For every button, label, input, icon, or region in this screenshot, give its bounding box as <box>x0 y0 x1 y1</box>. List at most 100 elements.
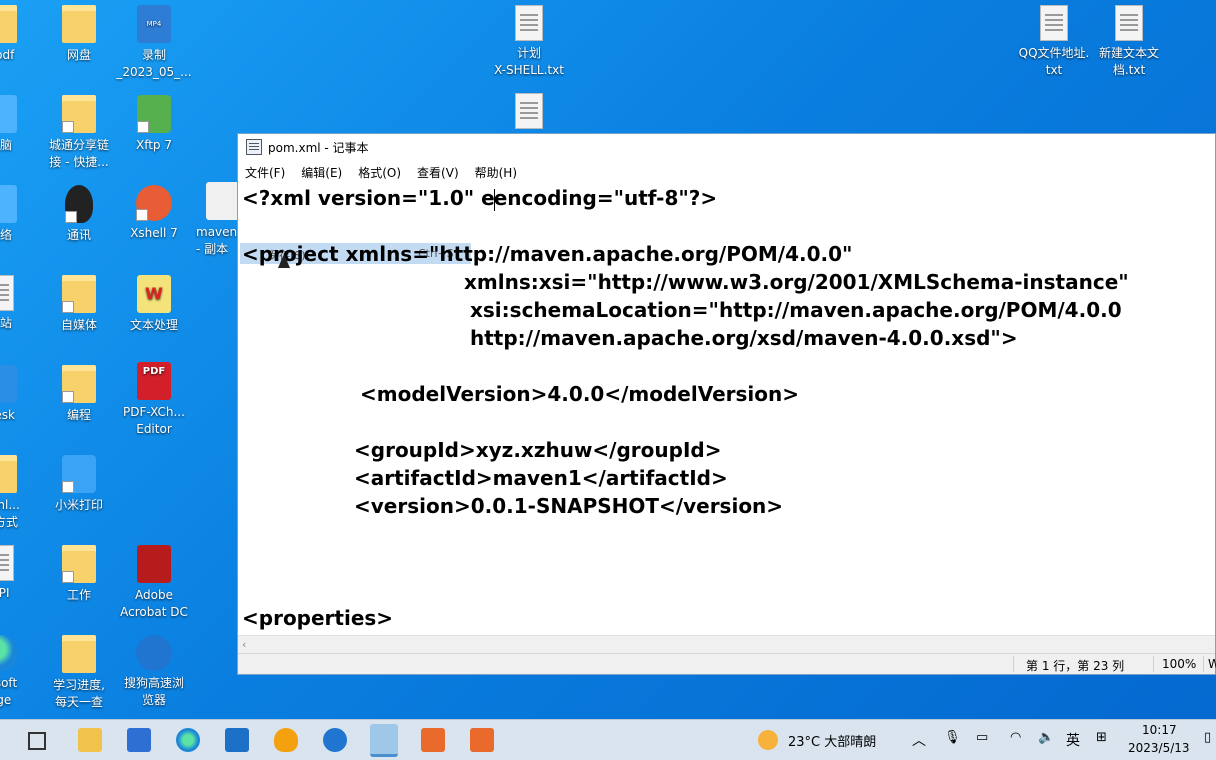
desktop-icon-txt-partial[interactable] <box>491 93 567 133</box>
folder-icon <box>62 545 96 583</box>
menu-file[interactable]: 文件(F) <box>244 162 286 183</box>
notepad-window[interactable]: pom.xml - 记事本 文件(F) 编辑(E) 格式(O) 查看(V) 帮助… <box>237 133 1216 675</box>
app-icon[interactable] <box>421 728 445 752</box>
desktop-icon-acrobat[interactable]: Adobe Acrobat DC <box>116 545 192 621</box>
shortcut-arrow-icon <box>65 211 77 223</box>
printer-icon <box>62 455 96 493</box>
text-editor[interactable]: 保存(S) Ctrl+S <?xml version="1.0" eencodi… <box>238 184 1215 636</box>
wifi-icon[interactable]: ◠ <box>1010 730 1021 745</box>
chevron-up-icon[interactable]: ︿ <box>912 730 926 750</box>
acrobat-icon <box>137 545 171 583</box>
desktop-icon-todesk[interactable]: Desk <box>0 365 38 424</box>
store-icon[interactable] <box>127 728 151 752</box>
desktop-icon-downloads[interactable]: ownl... 捷方式 <box>0 455 38 531</box>
app-icon[interactable] <box>470 728 494 752</box>
status-divider <box>1203 656 1204 672</box>
title-bar[interactable]: pom.xml - 记事本 <box>238 134 1215 160</box>
ime-mode-icon[interactable]: ⊞ <box>1096 730 1107 745</box>
taskbar: 23°C 大部晴朗 ︿ 🎙 ▭ ◠ 🔈 英 ⊞ 10:17 2023/5/13 … <box>0 719 1216 760</box>
microphone-icon[interactable]: 🎙 <box>944 730 961 745</box>
code-line-4: xmlns:xsi="http://www.w3.org/2001/XMLSch… <box>464 270 1129 294</box>
ime-indicator[interactable]: 英 <box>1066 730 1080 750</box>
status-divider <box>1153 656 1154 672</box>
desktop-icon-wps[interactable]: W 文本处理 <box>116 275 192 334</box>
desktop-icon-recycle-bin[interactable]: 收站 <box>0 275 38 332</box>
security-shield-icon[interactable] <box>274 728 298 752</box>
code-text: encoding="utf-8"?> <box>493 186 718 210</box>
code-line-16: <properties> <box>242 606 394 630</box>
scroll-left-icon[interactable]: ‹ <box>242 638 246 651</box>
code-line-6: http://maven.apache.org/xsd/maven-4.0.0.… <box>470 326 1018 350</box>
volume-icon[interactable]: 🔈 <box>1038 730 1054 745</box>
desktop-icon-label: 工作 <box>66 588 91 602</box>
clock-date[interactable]: 2023/5/13 <box>1128 741 1190 755</box>
desktop-icon-biancheng[interactable]: 编程 <box>41 365 117 424</box>
shortcut-arrow-icon <box>62 121 74 133</box>
task-view-icon[interactable] <box>28 732 46 750</box>
desktop-icon-xshell[interactable]: Xshell 7 <box>116 185 192 242</box>
desktop-icon-study-progress[interactable]: 学习进度, 每天一查 <box>41 635 117 711</box>
desktop-icon-api[interactable]: API <box>0 545 38 602</box>
mail-icon[interactable] <box>225 728 249 752</box>
desktop-icon-pdf-folder[interactable]: &pdf <box>0 5 38 64</box>
desktop-icon-label: 文本处理 <box>129 318 178 332</box>
desktop-icon-label: 电脑 <box>0 138 12 152</box>
menu-edit[interactable]: 编辑(E) <box>300 162 343 183</box>
menu-view[interactable]: 查看(V) <box>416 162 460 183</box>
text-file-icon <box>1040 5 1068 41</box>
weather-text[interactable]: 23°C 大部晴朗 <box>788 731 876 750</box>
horizontal-scrollbar[interactable]: ‹ <box>238 635 1215 654</box>
clock-time[interactable]: 10:17 <box>1142 723 1177 737</box>
file-explorer-icon[interactable] <box>78 728 102 752</box>
edge-icon[interactable] <box>176 728 200 752</box>
window-title: pom.xml - 记事本 <box>268 140 369 155</box>
desktop-icon-xftp[interactable]: Xftp 7 <box>116 95 192 154</box>
code-text: <?xml version="1.0" e <box>242 186 495 210</box>
desktop-icon-label: 网络 <box>0 228 12 242</box>
qq-penguin-icon <box>65 185 93 223</box>
desktop-icon-pdf-xchange[interactable]: PDF PDF-XCh... Editor <box>116 362 192 438</box>
sogou-browser-icon[interactable] <box>323 728 347 752</box>
desktop-icon-this-pc[interactable]: 电脑 <box>0 95 38 154</box>
mouse-pointer-icon <box>278 254 290 268</box>
battery-icon[interactable]: ▭ <box>976 730 988 745</box>
desktop-icon-network[interactable]: 网络 <box>0 185 38 244</box>
desktop-icon-label: 收站 <box>0 316 12 330</box>
desktop-icon-plan-txt[interactable]: 计划 X-SHELL.txt <box>491 5 567 79</box>
notepad-taskbar-icon[interactable] <box>370 724 398 757</box>
desktop-icon-maven-copy[interactable]: maven - 副本 <box>186 182 240 258</box>
desktop-icon-new-txt[interactable]: 新建文本文 档.txt <box>1091 5 1167 79</box>
desktop-icon-recording[interactable]: MP4 录制 _2023_05_... <box>116 5 192 81</box>
java-icon <box>206 182 240 220</box>
status-bar: 第 1 行，第 23 列 100% W <box>238 653 1216 674</box>
edge-icon <box>0 635 18 671</box>
code-line-8: <modelVersion>4.0.0</modelVersion> <box>360 382 800 406</box>
shortcut-arrow-icon <box>137 121 149 133</box>
desktop-icon-label: 城通分享链 接 - 快捷... <box>48 138 109 169</box>
notepad-icon <box>246 139 262 155</box>
desktop-icon-gongzuo[interactable]: 工作 <box>41 545 117 604</box>
video-file-icon: MP4 <box>137 5 171 43</box>
desktop-icon-share-link[interactable]: 城通分享链 接 - 快捷... <box>41 95 117 171</box>
notification-icon[interactable]: ▯ <box>1204 730 1211 745</box>
desktop-icon-qq-txt[interactable]: QQ文件地址. txt <box>1016 5 1092 79</box>
desktop-icon-label: 通讯 <box>66 228 91 242</box>
menu-format[interactable]: 格式(O) <box>357 162 402 183</box>
desktop-icon-zimeiti[interactable]: 自媒体 <box>41 275 117 334</box>
desktop-icon-wangpan[interactable]: 网盘 <box>41 5 117 64</box>
desktop-icon-sogou[interactable]: 搜狗高速浏 览器 <box>116 635 192 709</box>
pdf-icon: PDF <box>137 362 171 400</box>
menu-help[interactable]: 帮助(H) <box>474 162 518 183</box>
computer-icon <box>0 95 17 133</box>
desktop-icon-mi-print[interactable]: 小米打印 <box>41 455 117 514</box>
sogou-browser-icon <box>136 635 172 671</box>
code-line-1: <?xml version="1.0" eencoding="utf-8"?> <box>242 186 717 211</box>
shortcut-arrow-icon <box>62 481 74 493</box>
desktop-icon-tongxun[interactable]: 通讯 <box>41 185 117 244</box>
weather-icon[interactable] <box>758 730 778 750</box>
recycle-bin-icon <box>0 275 14 311</box>
code-line-10: <groupId>xyz.xzhuw</groupId> <box>354 438 722 462</box>
desktop-icon-label: QQ文件地址. txt <box>1018 46 1090 77</box>
desktop-icon-edge[interactable]: rosoft dge <box>0 635 38 709</box>
xshell-icon <box>136 185 172 221</box>
